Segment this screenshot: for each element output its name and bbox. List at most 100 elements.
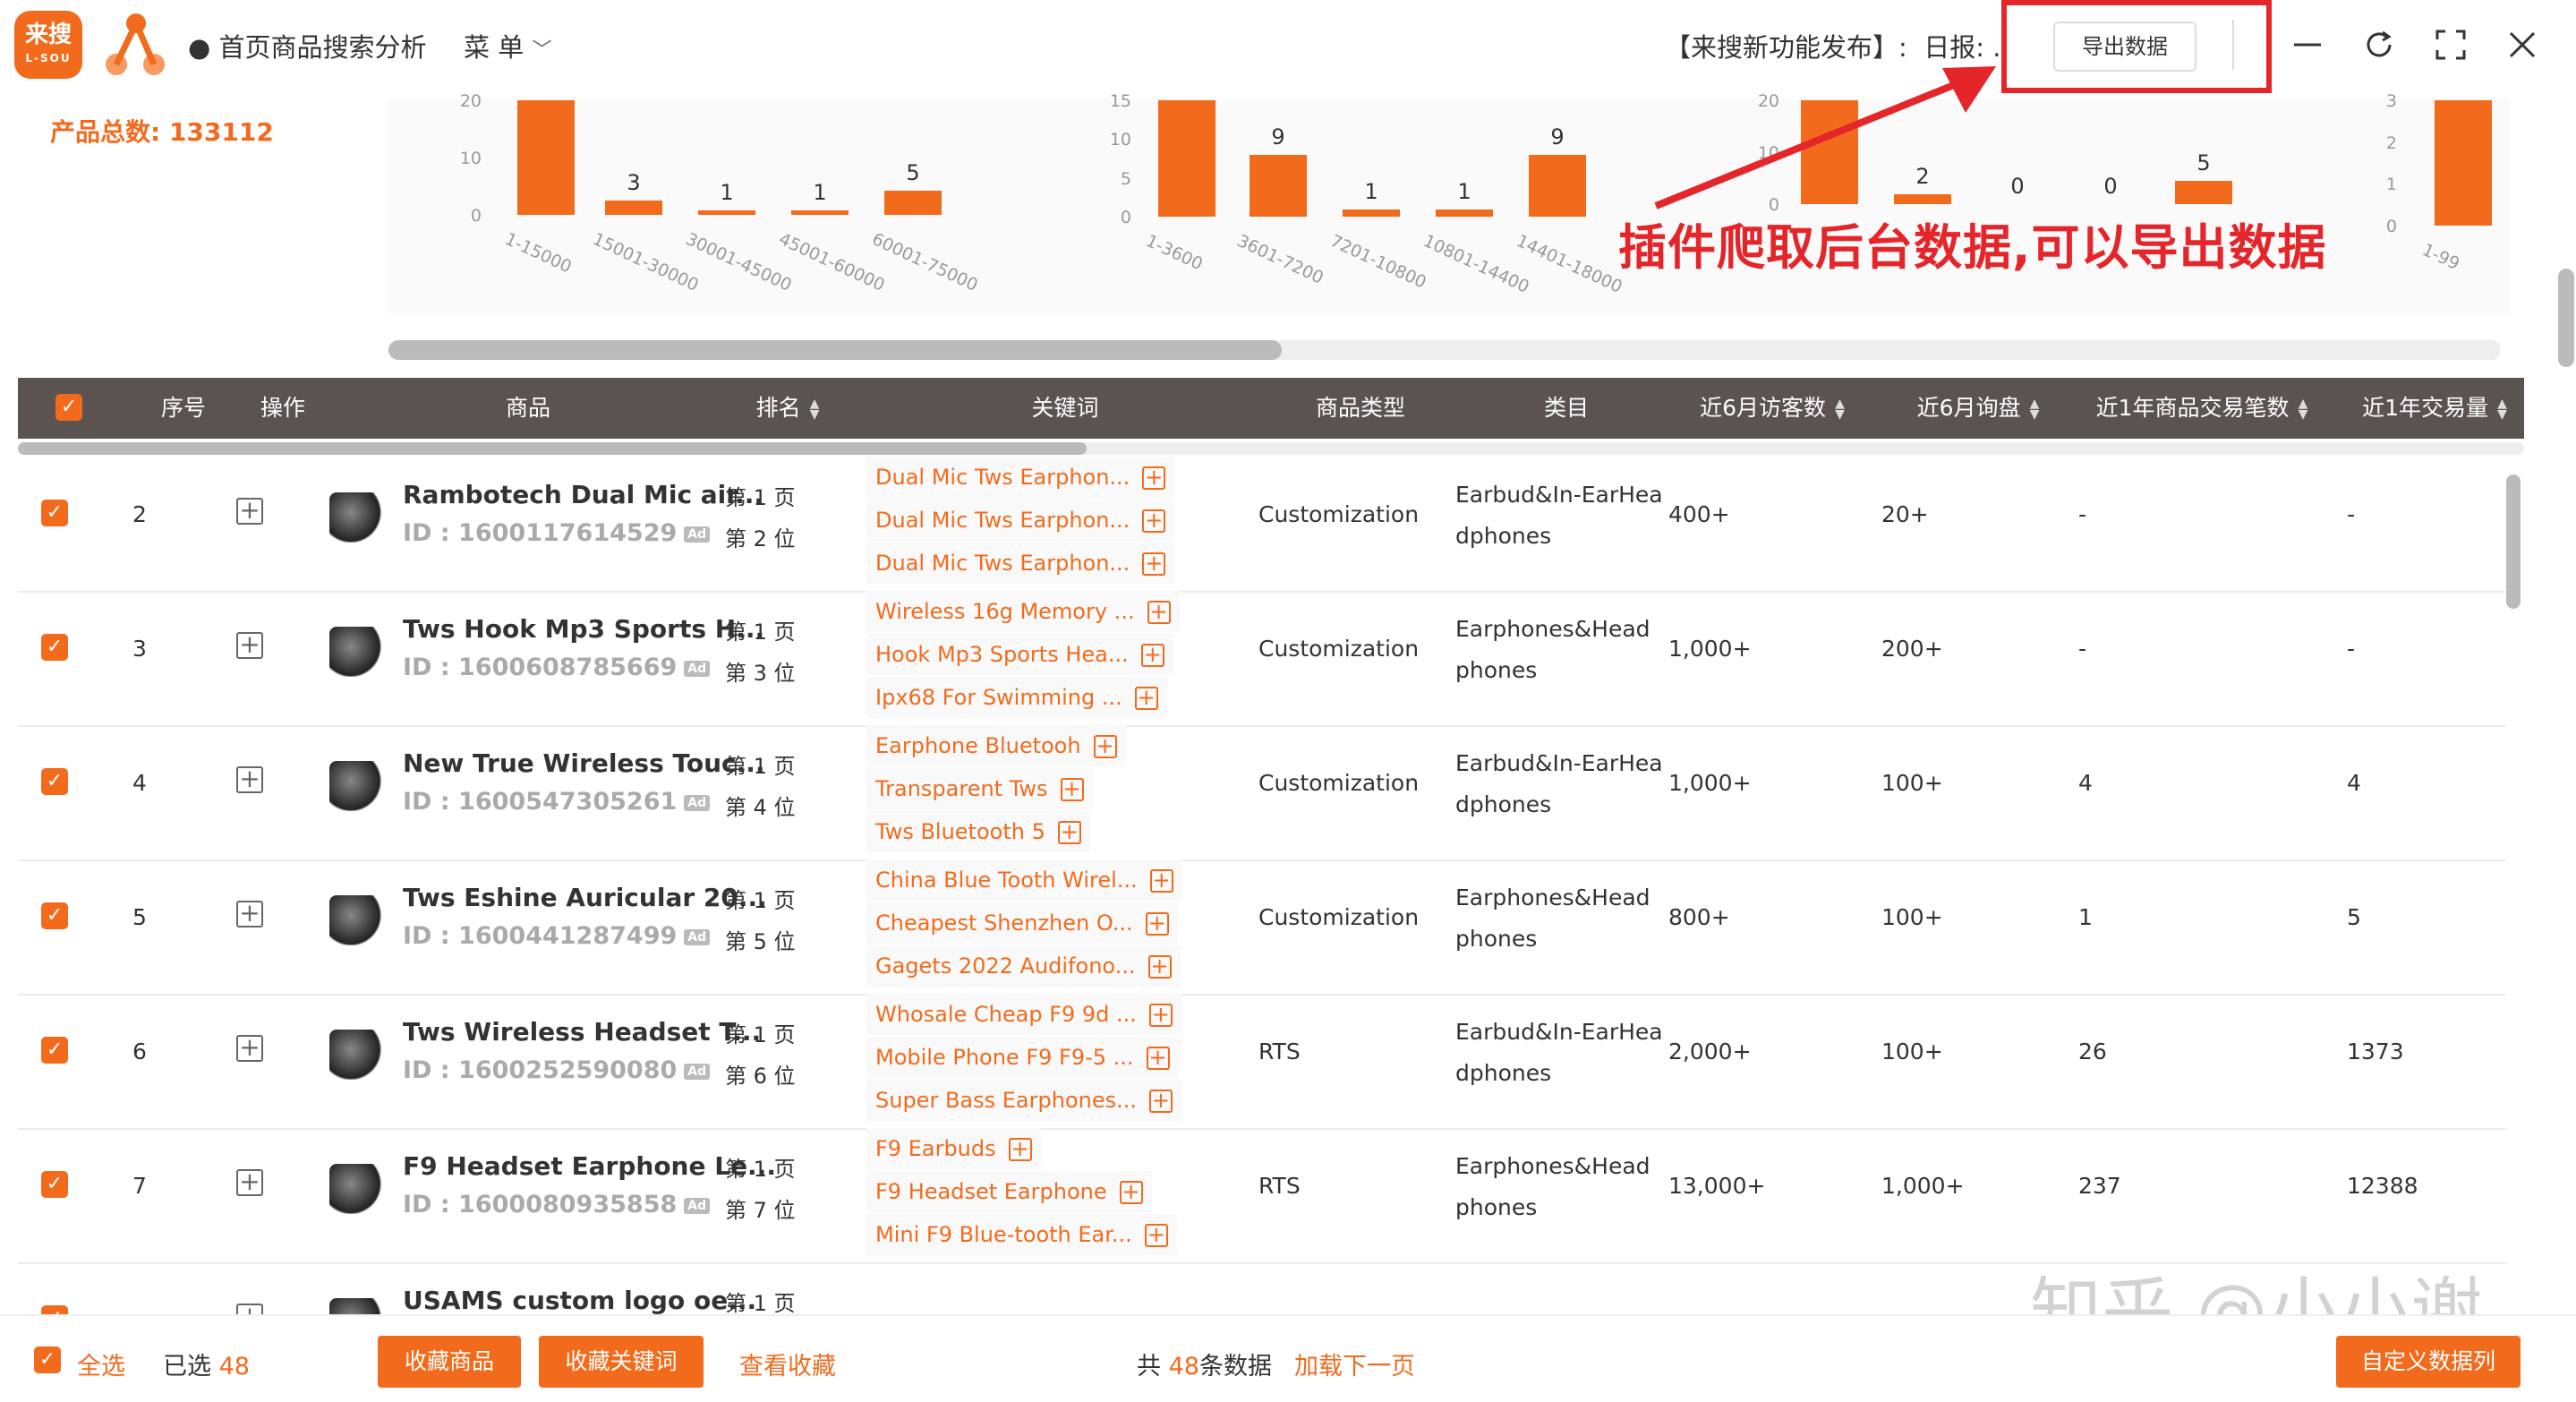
keyword-tag[interactable]: F9 Earbuds + xyxy=(866,1128,1041,1169)
metric-inquiries: 1,000+ xyxy=(1881,1173,1965,1199)
add-keyword-icon[interactable]: + xyxy=(1149,869,1173,893)
add-keyword-icon[interactable]: + xyxy=(1142,552,1166,576)
selected-count: 已选 48 xyxy=(163,1353,250,1381)
product-name[interactable]: New True Wireless Touc... xyxy=(403,748,765,778)
header-checkbox[interactable]: ✓ xyxy=(55,394,82,421)
keyword-tag[interactable]: Wireless 16g Memory ... + xyxy=(866,591,1180,632)
col-rank[interactable]: 排名 ▲ ▼ xyxy=(734,378,841,439)
table-vscrollbar[interactable] xyxy=(2506,474,2521,609)
expand-icon[interactable]: + xyxy=(236,766,263,793)
col-orders[interactable]: 近1年商品交易笔数 ▲ ▼ xyxy=(2077,378,2327,439)
keyword-tag[interactable]: Transparent Tws + xyxy=(866,768,1093,809)
chart-bar xyxy=(1250,155,1307,217)
load-next-link[interactable]: 加载下一页 xyxy=(1294,1346,1415,1381)
keyword-tag[interactable]: Super Bass Earphones... + xyxy=(866,1080,1181,1121)
footer-bar: ✓ 全选 已选 48 收藏商品 收藏关键词 查看收藏 共 48条数据 加载下一页… xyxy=(0,1314,2576,1402)
category-cont: dphones xyxy=(1455,1060,1552,1086)
keyword-tag[interactable]: Cheapest Shenzhen O... + xyxy=(866,902,1178,944)
keyword-tag[interactable]: Dual Mic Tws Earphon... + xyxy=(866,543,1175,584)
keyword-tag[interactable]: Earphone Bluetooh + xyxy=(866,725,1126,766)
row-checkbox[interactable]: ✓ xyxy=(41,902,68,929)
add-keyword-icon[interactable]: + xyxy=(1146,1047,1170,1070)
product-name[interactable]: F9 Headset Earphone Le... xyxy=(403,1151,776,1181)
minimize-icon[interactable] xyxy=(2282,20,2333,70)
chart-data-label: 5 xyxy=(2196,150,2211,175)
col-inquiries[interactable]: 近6月询盘 ▲ ▼ xyxy=(1898,378,2059,439)
keyword-tag[interactable]: China Blue Tooth Wirel... + xyxy=(866,859,1182,901)
fullscreen-icon[interactable] xyxy=(2426,20,2476,70)
metric-orders: 237 xyxy=(2078,1173,2121,1199)
select-all-label[interactable]: 全选 xyxy=(77,1346,125,1381)
col-volume[interactable]: 近1年交易量 ▲ ▼ xyxy=(2345,378,2524,439)
add-keyword-icon[interactable]: + xyxy=(1148,1090,1173,1113)
keyword-tag[interactable]: Dual Mic Tws Earphon... + xyxy=(866,457,1175,498)
chart-data-label: 5 xyxy=(906,160,920,186)
add-keyword-icon[interactable]: + xyxy=(1148,1004,1173,1027)
product-name[interactable]: Tws Hook Mp3 Sports H... xyxy=(403,614,764,644)
keyword-tag[interactable]: Whosale Cheap F9 9d ... + xyxy=(866,994,1181,1035)
close-icon[interactable] xyxy=(2497,20,2547,70)
category-cont: dphones xyxy=(1455,523,1552,549)
add-keyword-icon[interactable]: + xyxy=(1008,1138,1032,1161)
row-checkbox[interactable]: ✓ xyxy=(41,500,68,526)
ad-badge-icon: Ad xyxy=(684,660,711,677)
chart-data-label: 0 xyxy=(2103,174,2118,199)
row-checkbox[interactable]: ✓ xyxy=(41,634,68,661)
chart-y-tick: 1 xyxy=(2385,175,2397,195)
table-scrollbar[interactable] xyxy=(18,442,1087,455)
add-keyword-icon[interactable]: + xyxy=(1093,735,1117,758)
view-fav-link[interactable]: 查看收藏 xyxy=(739,1346,836,1381)
product-name[interactable]: USAMS custom logo oe... xyxy=(403,1286,756,1315)
add-keyword-icon[interactable]: + xyxy=(1119,1181,1143,1204)
expand-icon[interactable]: + xyxy=(236,901,263,928)
metric-inquiries: 20+ xyxy=(1881,501,1929,527)
select-all-checkbox[interactable]: ✓ xyxy=(34,1346,61,1373)
page-tab[interactable]: ● 首页商品搜索分析 xyxy=(188,27,427,64)
col-visitors[interactable]: 近6月访客数 ▲ ▼ xyxy=(1674,378,1871,439)
row-checkbox[interactable]: ✓ xyxy=(41,768,68,795)
add-keyword-icon[interactable]: + xyxy=(1147,955,1172,979)
add-keyword-icon[interactable]: + xyxy=(1142,466,1166,490)
custom-columns-button[interactable]: 自定义数据列 xyxy=(2336,1336,2521,1388)
keyword-tag[interactable]: Mini F9 Blue-tooth Ear... + xyxy=(866,1214,1177,1255)
refresh-icon[interactable] xyxy=(2354,20,2404,70)
charts-panel xyxy=(388,98,2510,313)
row-checkbox[interactable]: ✓ xyxy=(41,1037,68,1064)
row-checkbox[interactable]: ✓ xyxy=(41,1171,68,1198)
product-name[interactable]: Tws Eshine Auricular 20... xyxy=(403,883,767,912)
page-scrollbar[interactable] xyxy=(2558,269,2574,367)
expand-icon[interactable]: + xyxy=(236,498,263,525)
expand-icon[interactable]: + xyxy=(236,1035,263,1062)
keyword-tag[interactable]: Tws Bluetooth 5 + xyxy=(866,811,1090,852)
product-id: ID : 1600441287499 Ad xyxy=(403,922,711,950)
metric-inquiries: 100+ xyxy=(1881,904,1943,930)
menu-dropdown[interactable]: 菜 单 ﹀ xyxy=(464,27,551,64)
keyword-tag[interactable]: Dual Mic Tws Earphon... + xyxy=(866,500,1175,541)
fav-product-button[interactable]: 收藏商品 xyxy=(378,1336,521,1388)
product-name[interactable]: Tws Wireless Headset T... xyxy=(403,1017,761,1047)
fav-keyword-button[interactable]: 收藏关键词 xyxy=(539,1336,704,1388)
product-total: 产品总数: 133112 xyxy=(50,117,274,147)
keyword-tag[interactable]: Ipx68 For Swimming ... + xyxy=(866,677,1167,718)
add-keyword-icon[interactable]: + xyxy=(1145,912,1169,936)
expand-icon[interactable]: + xyxy=(236,632,263,659)
keyword-tag[interactable]: Gagets 2022 Audifono... + xyxy=(866,945,1181,987)
metric-visitors: 13,000+ xyxy=(1668,1173,1766,1199)
col-product-type: 商品类型 xyxy=(1315,395,1405,421)
keyword-tag[interactable]: Hook Mp3 Sports Hea... + xyxy=(866,634,1173,675)
add-keyword-icon[interactable]: + xyxy=(1057,821,1081,844)
category-cont: phones xyxy=(1455,1194,1538,1220)
chart-scrollbar[interactable] xyxy=(388,340,1282,360)
add-keyword-icon[interactable]: + xyxy=(1142,509,1166,533)
add-keyword-icon[interactable]: + xyxy=(1134,687,1158,710)
chart-bar xyxy=(884,191,942,215)
add-keyword-icon[interactable]: + xyxy=(1140,644,1164,667)
keyword-tag[interactable]: F9 Headset Earphone + xyxy=(866,1171,1152,1212)
add-keyword-icon[interactable]: + xyxy=(1060,778,1084,801)
product-name[interactable]: Rambotech Dual Mic air... xyxy=(403,480,763,509)
add-keyword-icon[interactable]: + xyxy=(1147,601,1171,624)
expand-icon[interactable]: + xyxy=(236,1169,263,1196)
row-index: 4 xyxy=(132,770,147,796)
add-keyword-icon[interactable]: + xyxy=(1144,1224,1168,1247)
keyword-tag[interactable]: Mobile Phone F9 F9-5 ... + xyxy=(866,1037,1179,1078)
